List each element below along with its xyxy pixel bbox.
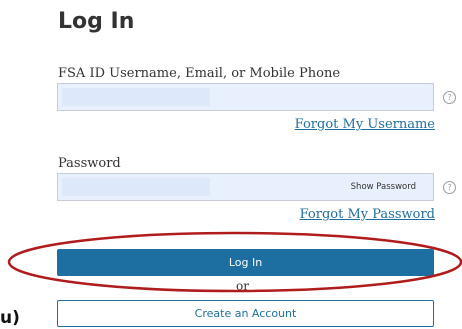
login-button[interactable]: Log In	[57, 249, 434, 276]
password-help-icon[interactable]: ?	[443, 181, 456, 194]
username-input[interactable]	[57, 83, 434, 111]
show-password-toggle[interactable]: Show Password	[351, 174, 416, 200]
forgot-password-link[interactable]: Forgot My Password	[300, 207, 435, 223]
create-account-button[interactable]: Create an Account	[57, 300, 434, 327]
username-help-icon[interactable]: ?	[443, 91, 456, 104]
cropped-edge-text: u)	[0, 308, 20, 328]
forgot-username-link[interactable]: Forgot My Username	[295, 117, 435, 133]
username-autofill-value	[62, 88, 210, 106]
password-label: Password	[58, 156, 121, 171]
username-label: FSA ID Username, Email, or Mobile Phone	[58, 66, 341, 81]
password-input[interactable]: Show Password	[57, 173, 434, 201]
or-divider-text: or	[236, 279, 249, 293]
page-title: Log In	[58, 9, 135, 34]
password-autofill-value	[62, 178, 210, 196]
